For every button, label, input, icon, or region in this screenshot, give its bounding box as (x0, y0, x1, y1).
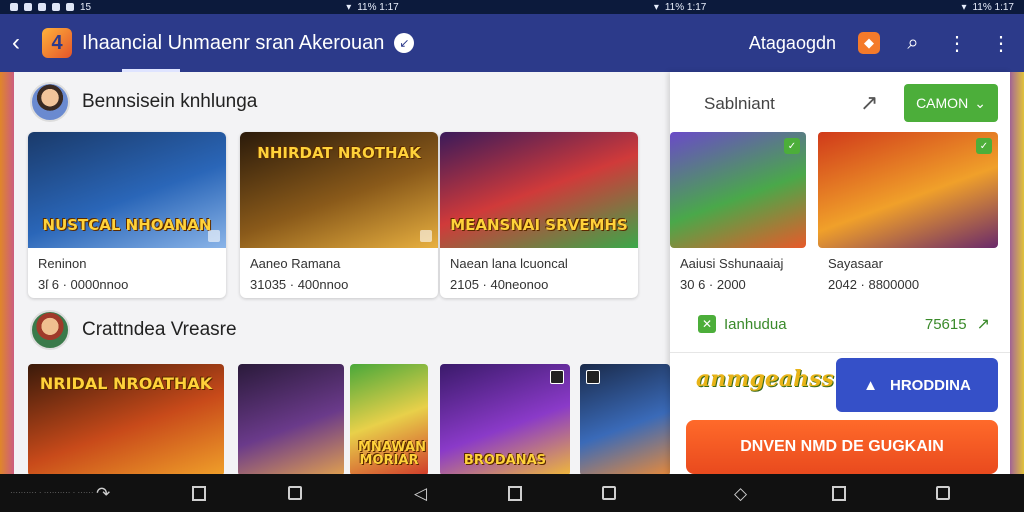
badge-icon (420, 230, 432, 242)
section-header: Bennsisein knhlunga (30, 82, 257, 122)
game-thumbnail: NHIRDAT NROTHAK (240, 132, 438, 248)
badge-icon (550, 370, 564, 384)
status-text: 15 (80, 1, 92, 13)
check-icon: ✓ (784, 138, 800, 154)
back-icon[interactable]: ↶ (96, 484, 110, 504)
home-icon[interactable] (832, 486, 846, 501)
app-logo-icon: 4 (42, 28, 72, 58)
home-icon[interactable] (192, 486, 206, 501)
stat-row: ✕ Ianhudua 75615 ↗ (698, 314, 990, 334)
section-header: Crattndea Vreasre (30, 310, 237, 350)
card-stats: 30 6 · 2000 (680, 277, 746, 292)
download-button-label: DNVEN NMD DE GUGKAIN (740, 438, 944, 455)
game-tile[interactable]: MNAWAN MORIAR (350, 364, 428, 474)
back-icon[interactable]: ◇ (734, 484, 747, 504)
card-title: Naean lana lcuoncal (450, 256, 568, 271)
card-title: Reninon (38, 256, 87, 271)
thumbnail-caption: MNAWAN MORIAR (358, 439, 426, 469)
badge-icon (586, 370, 600, 384)
game-card[interactable]: NUSTCAL NHOANAN Reninon 3ſ 6 · 0000nnoo (28, 132, 226, 298)
thumbnail-caption: NUSTCAL NHOANAN (42, 216, 212, 235)
game-card[interactable]: ✓ Aaiusi Sshunaaiaj 30 6 · 2000 (670, 132, 806, 302)
system-nav-bar: ·········· · ·········· · ······ ↶ ◁ ◇ (0, 474, 1024, 512)
game-tile[interactable]: NRIDAL NROATHAK (28, 364, 224, 474)
download-button[interactable]: DNVEN NMD DE GUGKAIN (686, 420, 998, 474)
recent-apps-icon[interactable] (602, 486, 616, 500)
overflow-menu-icon[interactable]: ⋮ (990, 31, 1012, 56)
install-button[interactable]: ▲ HRODDINA (836, 358, 998, 412)
game-card[interactable]: ✓ Sayasaar 2042 · 8800000 (818, 132, 998, 302)
recent-apps-icon[interactable] (936, 486, 950, 500)
check-icon: ✓ (976, 138, 992, 154)
open-button-label: CAMON (916, 95, 969, 111)
gift-icon[interactable]: ◆ (858, 32, 880, 54)
game-thumbnail: NUSTCAL NHOANAN (28, 132, 226, 248)
avatar[interactable] (30, 82, 70, 122)
nav-caption: ·········· · ·········· · ······ (10, 488, 94, 497)
status-text: 11% 1:17 (664, 1, 707, 13)
status-bar: 15 ▾ 11% 1:17 ▾ 11% 1:17 ▾ 11% 1:17 (0, 0, 1024, 14)
stat-label: Ianhudua (724, 315, 787, 333)
brand-logo: anmgeahss (696, 366, 834, 392)
stat-value: 75615 (924, 315, 967, 333)
panel-heading: Sablniant (704, 94, 775, 113)
detail-panel: Sablniant ↗ CAMON ⌄ ✓ Aaiusi Sshunaaiaj … (670, 72, 1010, 484)
badge-icon (208, 230, 220, 242)
thumbnail-caption: NHIRDAT NROTHAK (257, 144, 421, 162)
back-arrow-icon[interactable]: ‹ (12, 29, 36, 57)
main-content: Bennsisein knhlunga NUSTCAL NHOANAN Reni… (14, 72, 670, 474)
home-icon[interactable] (508, 486, 522, 501)
filter-icon[interactable]: ⋮ (946, 31, 968, 56)
notification-icon (10, 3, 18, 11)
game-thumbnail: ✓ (818, 132, 998, 248)
account-name[interactable]: Atagaogdn (749, 33, 836, 54)
section-title: Crattndea Vreasre (82, 319, 237, 340)
status-text: 11% 1:17 (357, 1, 399, 13)
install-button-label: HRODDINA (890, 376, 971, 394)
thumbnail-caption: MEANSNAI SRVEMHS (450, 216, 628, 235)
trend-up-icon: ↗ (976, 316, 990, 333)
notification-icon (24, 3, 32, 11)
section-title: Bennsisein knhlunga (82, 91, 258, 112)
wifi-icon: ▾ (653, 1, 659, 13)
card-stats: 3ſ 6 · 0000nnoo (38, 277, 129, 292)
game-thumbnail: ✓ (670, 132, 806, 248)
notification-icon (52, 3, 60, 11)
card-stats: 31035 · 400nnoo (250, 277, 349, 292)
verified-badge-icon[interactable]: ↙ (394, 33, 415, 53)
game-tile[interactable]: BRODANAS (440, 364, 570, 474)
game-card[interactable]: MEANSNAI SRVEMHS Naean lana lcuoncal 210… (440, 132, 638, 298)
notification-icon (38, 3, 46, 11)
thumbnail-caption: NRIDAL NROATHAK (39, 374, 213, 393)
app-title: Ihaancial Unmaenr sran Akerouan (82, 31, 385, 54)
wifi-icon: ▾ (961, 1, 967, 13)
wifi-icon: ▾ (346, 1, 352, 13)
card-title: Aaneo Ramana (250, 256, 341, 271)
open-button[interactable]: CAMON ⌄ (904, 84, 998, 122)
status-text: 11% 1:17 (972, 1, 1014, 13)
cloud-upload-icon: ▲ (863, 376, 878, 394)
recent-apps-icon[interactable] (288, 486, 302, 500)
game-thumbnail: MEANSNAI SRVEMHS (440, 132, 638, 248)
app-bar: ‹ 4 Ihaancial Unmaenr sran Akerouan ↙ At… (0, 14, 1024, 72)
thumbnail-caption: BRODANAS (463, 453, 547, 469)
chevron-down-icon: ⌄ (974, 94, 986, 111)
game-tile[interactable] (238, 364, 344, 474)
card-stats: 2105 · 40neonoo (450, 277, 549, 292)
stats-icon: ✕ (698, 315, 716, 333)
search-icon[interactable]: ⌕ (902, 32, 924, 55)
divider (670, 352, 1010, 353)
card-stats: 2042 · 8800000 (828, 277, 920, 292)
avatar[interactable] (30, 310, 70, 350)
game-card[interactable]: NHIRDAT NROTHAK Aaneo Ramana 31035 · 400… (240, 132, 438, 298)
card-title: Sayasaar (828, 256, 883, 271)
notification-icon (66, 3, 74, 11)
share-arrow-icon[interactable]: ↗ (860, 90, 878, 116)
back-icon[interactable]: ◁ (414, 484, 427, 504)
card-title: Aaiusi Sshunaaiaj (680, 256, 784, 271)
game-tile[interactable] (580, 364, 670, 474)
